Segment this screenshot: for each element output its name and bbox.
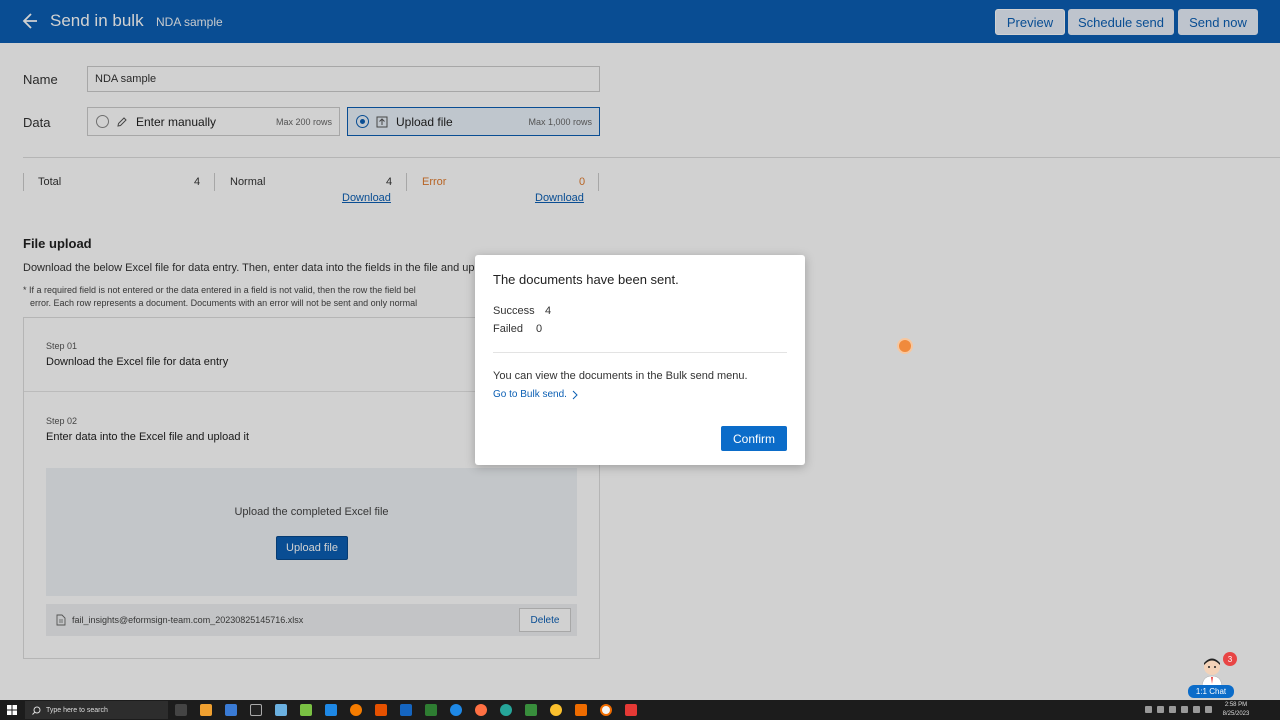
- word-icon[interactable]: [400, 704, 412, 716]
- app-icon[interactable]: [225, 704, 237, 716]
- chat-badge: 3: [1223, 652, 1237, 666]
- taskbar-clock[interactable]: 2:58 PM 8/25/2023: [1216, 701, 1256, 719]
- taskbar-time: 2:58 PM: [1224, 702, 1248, 708]
- go-to-bulk-send-link[interactable]: Go to Bulk send.: [493, 389, 579, 400]
- ie-icon[interactable]: [450, 704, 462, 716]
- confirm-button[interactable]: Confirm: [721, 426, 787, 451]
- tray-chevron-icon[interactable]: [1145, 706, 1152, 713]
- success-label: Success: [493, 305, 535, 317]
- excel-icon[interactable]: [425, 704, 437, 716]
- firefox-icon[interactable]: [475, 704, 487, 716]
- app-icon[interactable]: [350, 704, 362, 716]
- app-icon[interactable]: [625, 704, 637, 716]
- app-icon[interactable]: [300, 704, 312, 716]
- failed-label: Failed: [493, 323, 523, 335]
- terminal-icon[interactable]: [250, 704, 262, 716]
- taskbar-date: 8/25/2023: [1222, 711, 1250, 717]
- app-icon[interactable]: [575, 704, 587, 716]
- file-explorer-icon[interactable]: [200, 704, 212, 716]
- dialog-title: The documents have been sent.: [493, 272, 679, 287]
- windows-taskbar: Type here to search 2:58 PM 8/25/2023: [0, 700, 1280, 720]
- dialog-divider: [493, 352, 787, 353]
- tray-icon[interactable]: [1181, 706, 1188, 713]
- failed-value: 0: [536, 323, 543, 335]
- app-icon[interactable]: [375, 704, 387, 716]
- sent-dialog: The documents have been sent. Success 4 …: [475, 255, 805, 465]
- app-icon[interactable]: [600, 704, 612, 716]
- tray-icon[interactable]: [1205, 706, 1212, 713]
- windows-start-icon[interactable]: [7, 705, 17, 715]
- chevron-right-icon: [572, 390, 578, 399]
- edge-icon[interactable]: [500, 704, 512, 716]
- mouse-cursor-icon: [897, 338, 913, 354]
- chat-avatar-icon: [1201, 658, 1223, 688]
- tray-icon[interactable]: [1193, 706, 1200, 713]
- tray-icon[interactable]: [1157, 706, 1164, 713]
- go-to-bulk-send-label: Go to Bulk send.: [493, 389, 567, 400]
- search-icon: [32, 706, 41, 715]
- taskbar-search-placeholder: Type here to search: [46, 706, 108, 714]
- chrome-icon[interactable]: [550, 704, 562, 716]
- tray-icon[interactable]: [1169, 706, 1176, 713]
- task-view-icon[interactable]: [175, 704, 187, 716]
- app-icon[interactable]: [275, 704, 287, 716]
- chat-widget[interactable]: 3 1:1 Chat: [1188, 652, 1237, 698]
- app-icon[interactable]: [525, 704, 537, 716]
- success-value: 4: [545, 305, 552, 317]
- dialog-message: You can view the documents in the Bulk s…: [493, 370, 748, 382]
- vscode-icon[interactable]: [325, 704, 337, 716]
- chat-label[interactable]: 1:1 Chat: [1188, 685, 1234, 698]
- taskbar-search[interactable]: Type here to search: [25, 701, 168, 719]
